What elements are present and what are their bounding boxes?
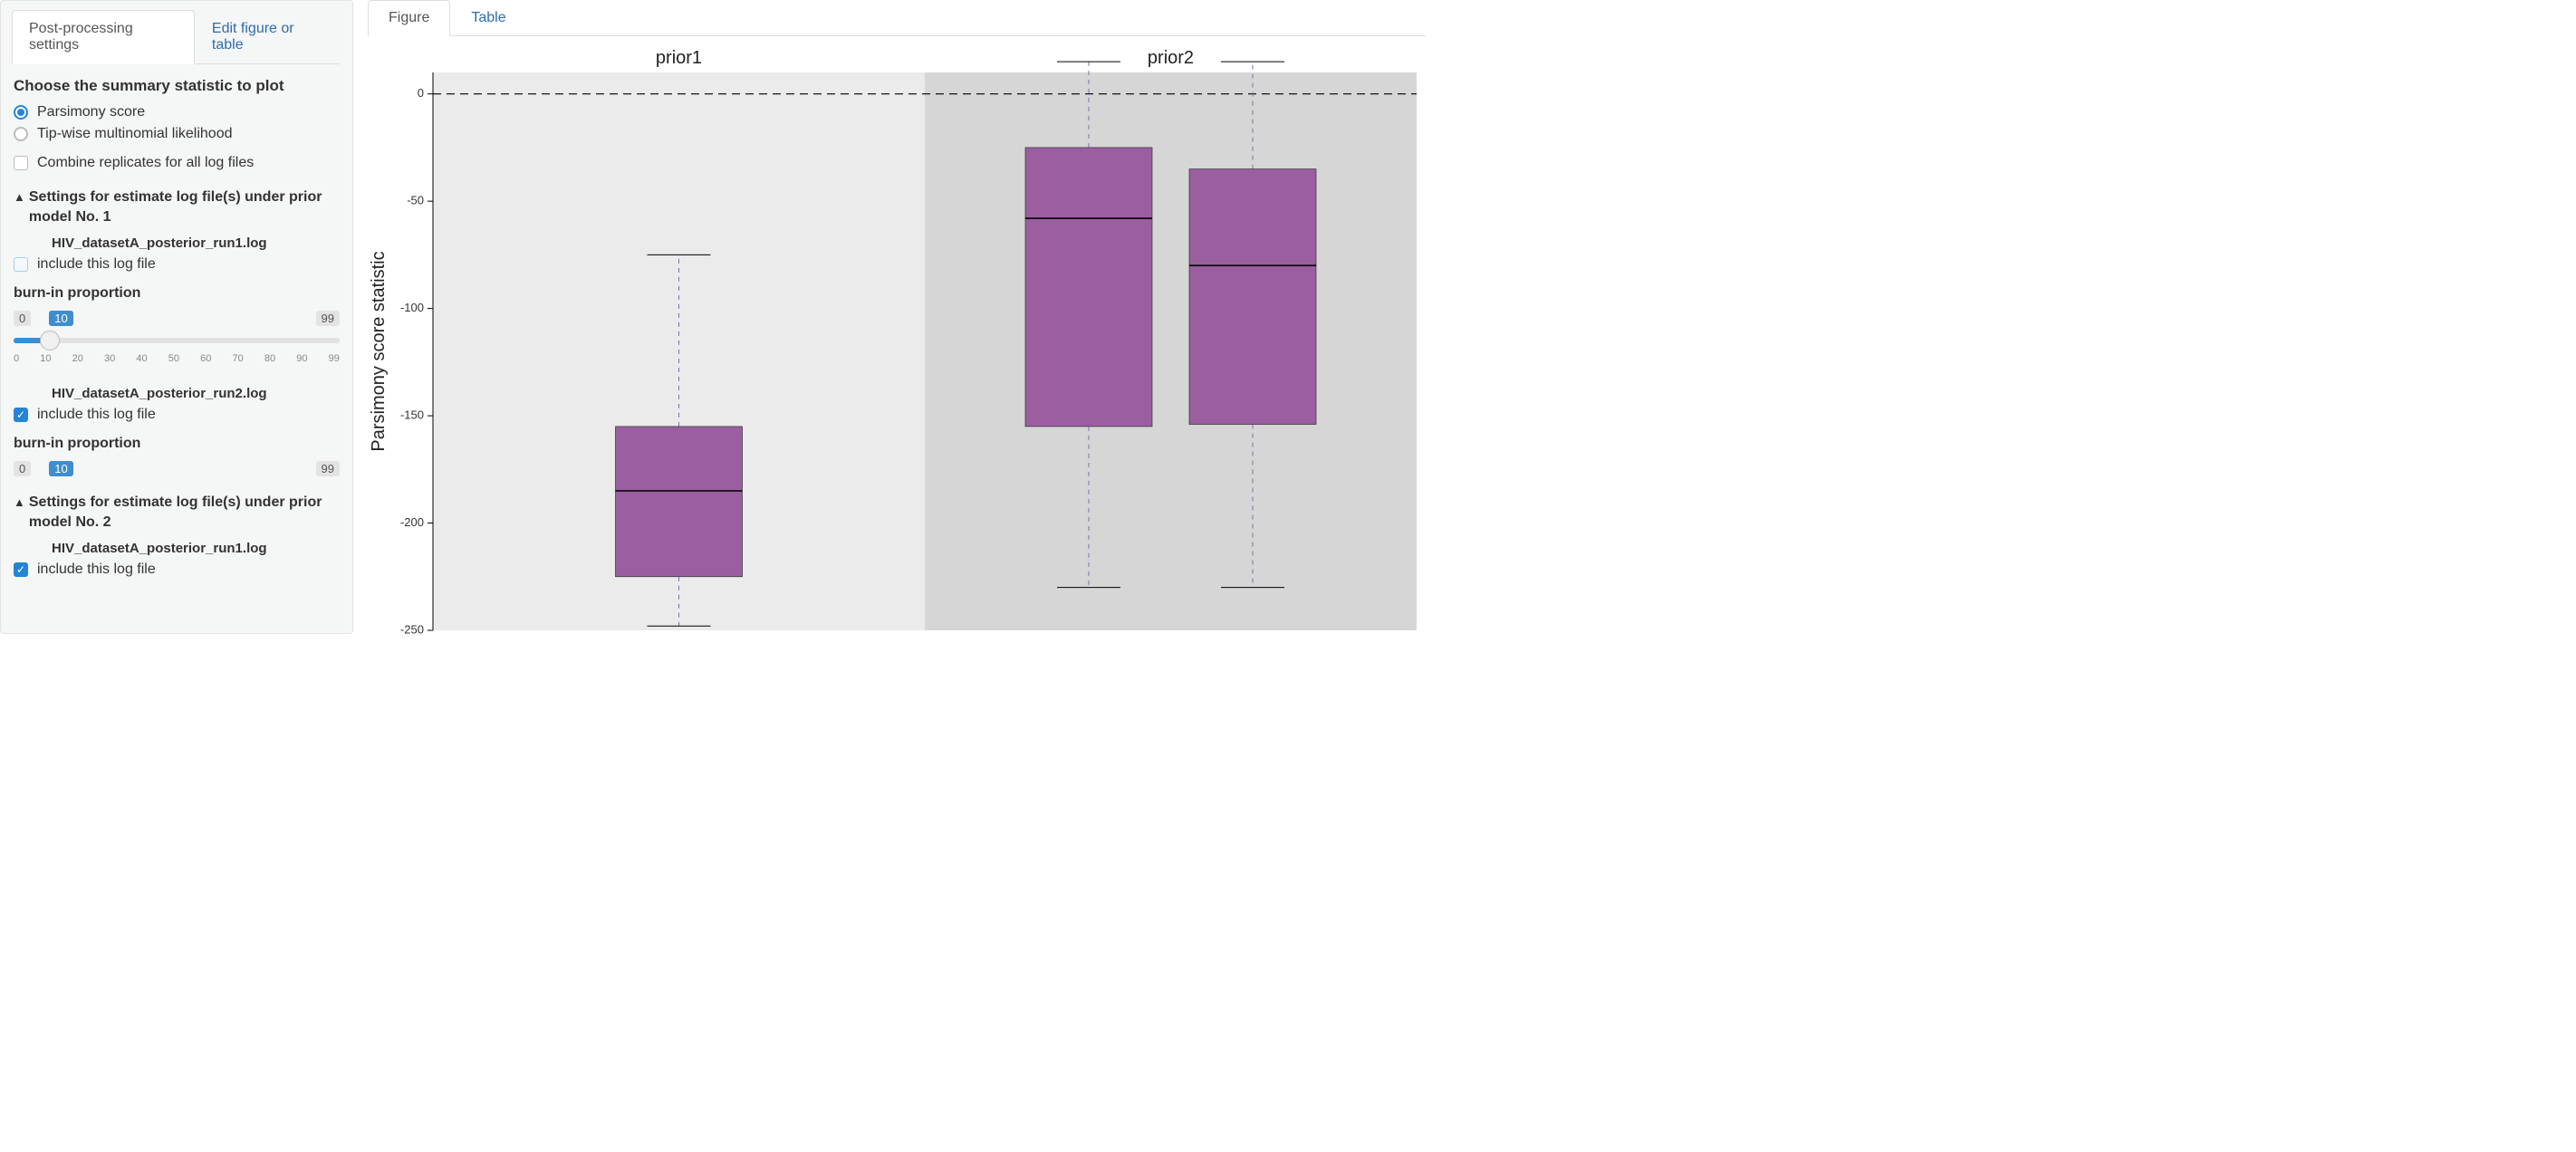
slider-max-2: 99 xyxy=(316,461,340,476)
sidebar-tabs: Post-processing settings Edit figure or … xyxy=(12,10,340,64)
svg-text:-200: -200 xyxy=(400,515,424,529)
slider-thumb-1[interactable] xyxy=(40,331,60,350)
collapse-prior-model-1-title: Settings for estimate log file(s) under … xyxy=(29,187,340,226)
burnin-slider-2[interactable]: 0 10 99 xyxy=(14,461,340,476)
boxplot-chart: prior1 prior2 0 -50 -100 -150 -200 -250 Parsimon… xyxy=(370,45,1420,634)
svg-text:0: 0 xyxy=(418,86,424,100)
chevron-up-icon: ▲ xyxy=(14,494,25,511)
checkbox-include-logfile-1[interactable] xyxy=(14,257,28,272)
radio-parsimony-score-label: Parsimony score xyxy=(37,104,145,120)
svg-text:-150: -150 xyxy=(400,408,424,422)
checkbox-combine-replicates-label: Combine replicates for all log files xyxy=(37,155,254,171)
burnin-heading-1: burn-in proportion xyxy=(14,285,340,302)
collapse-prior-model-2[interactable]: ▲ Settings for estimate log file(s) unde… xyxy=(14,493,340,532)
sidebar: Post-processing settings Edit figure or … xyxy=(0,0,353,634)
chevron-up-icon: ▲ xyxy=(14,189,25,206)
burnin-heading-2: burn-in proportion xyxy=(14,436,340,452)
slider-min-2: 0 xyxy=(14,461,31,476)
burnin-slider-1[interactable]: 0 10 99 010203040506070809099 xyxy=(14,311,340,364)
logfile-name-2: HIV_datasetA_posterior_run2.log xyxy=(52,386,340,401)
svg-text:-250: -250 xyxy=(400,622,424,634)
svg-text:-50: -50 xyxy=(407,194,424,207)
radio-tipwise-multinomial-label: Tip-wise multinomial likelihood xyxy=(37,126,232,142)
svg-text:prior1: prior1 xyxy=(656,48,702,68)
svg-text:-100: -100 xyxy=(400,301,424,314)
checkbox-include-logfile-1-label: include this log file xyxy=(37,256,156,273)
checkbox-include-logfile-2[interactable] xyxy=(14,408,28,422)
logfile-name-3: HIV_datasetA_posterior_run1.log xyxy=(52,541,340,556)
checkbox-include-logfile-2-label: include this log file xyxy=(37,407,156,423)
slider-max-1: 99 xyxy=(316,311,340,326)
radio-parsimony-score[interactable] xyxy=(14,105,28,120)
slider-value-1: 10 xyxy=(49,311,72,326)
tab-figure[interactable]: Figure xyxy=(368,0,450,36)
svg-text:prior2: prior2 xyxy=(1148,48,1194,68)
collapse-prior-model-2-title: Settings for estimate log file(s) under … xyxy=(29,493,340,532)
checkbox-include-logfile-3[interactable] xyxy=(14,562,28,577)
collapse-prior-model-1[interactable]: ▲ Settings for estimate log file(s) unde… xyxy=(14,187,340,226)
chart-area: prior1 prior2 0 -50 -100 -150 -200 -250 Parsimon… xyxy=(364,36,1426,639)
logfile-name-1: HIV_datasetA_posterior_run1.log xyxy=(52,235,340,251)
tab-table[interactable]: Table xyxy=(450,0,526,36)
main-panel: Figure Table prior1 prior2 0 -50 -100 -150 -20… xyxy=(353,0,1426,634)
tab-edit-figure-or-table[interactable]: Edit figure or table xyxy=(195,10,340,64)
main-tabs: Figure Table xyxy=(368,0,1426,36)
radio-tipwise-multinomial[interactable] xyxy=(14,127,28,141)
tab-post-processing-settings[interactable]: Post-processing settings xyxy=(12,10,195,64)
checkbox-include-logfile-3-label: include this log file xyxy=(37,562,156,578)
summary-statistic-heading: Choose the summary statistic to plot xyxy=(14,77,340,95)
checkbox-combine-replicates[interactable] xyxy=(14,156,28,170)
slider-value-2: 10 xyxy=(49,461,72,476)
svg-text:Parsimony score statistic: Parsimony score statistic xyxy=(370,251,389,451)
slider-min-1: 0 xyxy=(14,311,31,326)
slider-ticks-1: 010203040506070809099 xyxy=(14,353,340,364)
